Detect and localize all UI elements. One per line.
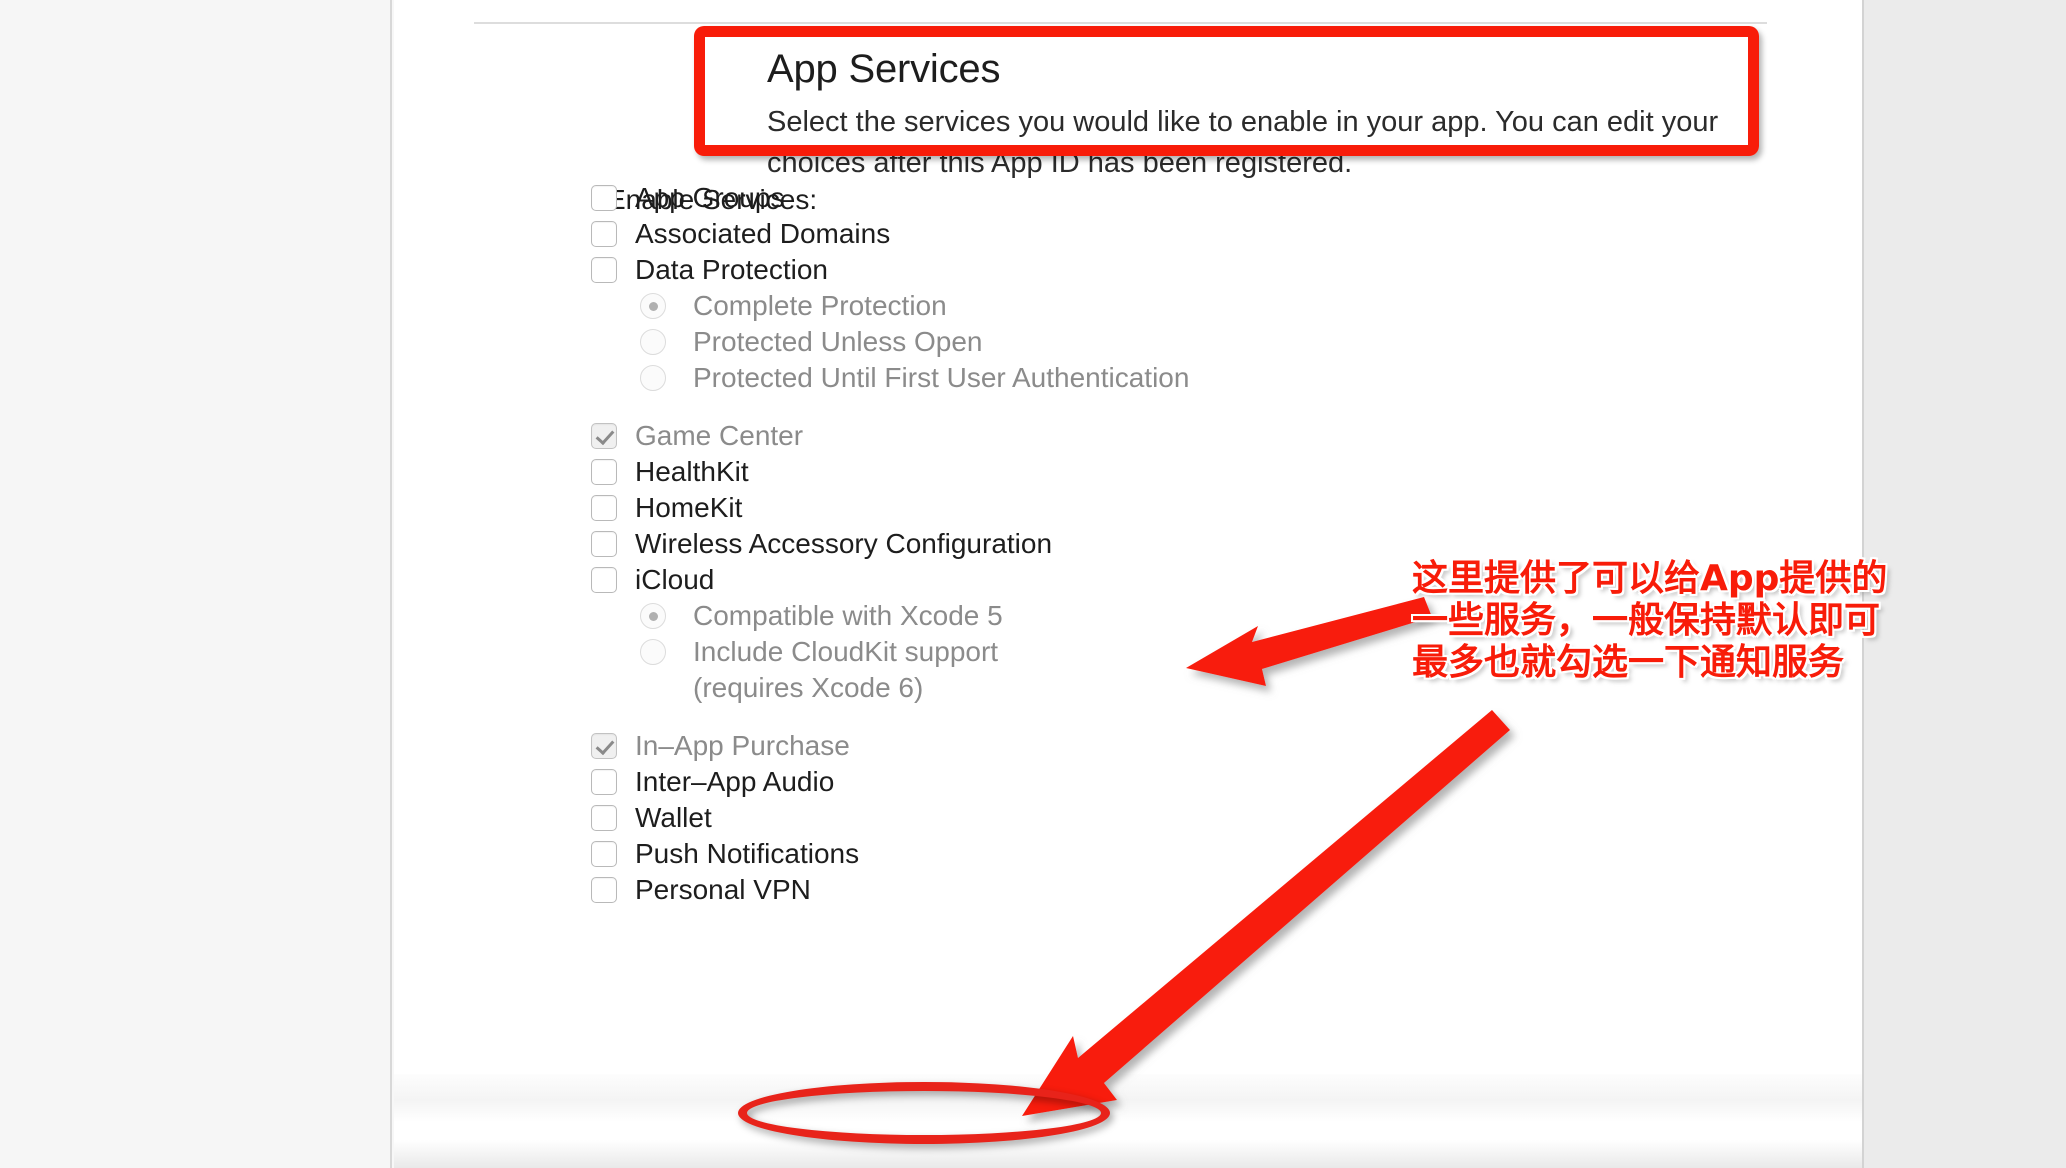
- checkbox-associated-domains[interactable]: [591, 221, 617, 247]
- checkbox-data-protection[interactable]: [591, 257, 617, 283]
- enable-services-form: Enable Services: App Groups Associated D…: [394, 180, 1862, 908]
- service-label-icloud: iCloud: [635, 564, 715, 595]
- option-label-compatible-with-xcode-5: Compatible with Xcode 5: [693, 600, 1003, 631]
- service-row-homekit[interactable]: HomeKit: [591, 490, 1862, 526]
- checkbox-in-app-purchase[interactable]: [591, 733, 617, 759]
- option-row-compatible-with-xcode-5[interactable]: Compatible with Xcode 5: [640, 598, 1862, 634]
- service-label-healthkit: HealthKit: [635, 456, 749, 487]
- option-label-complete-protection: Complete Protection: [693, 290, 947, 321]
- service-row-wireless-accessory-configuration[interactable]: Wireless Accessory Configuration: [591, 526, 1862, 562]
- option-label-cloudkit-requirement-row: (requires Xcode 6): [693, 670, 1862, 706]
- radio-protected-unless-open[interactable]: [640, 329, 666, 355]
- option-label-cloudkit-requirement: (requires Xcode 6): [693, 672, 924, 703]
- left-page-gutter: [0, 0, 392, 1168]
- option-row-protected-until-first-user-auth[interactable]: Protected Until First User Authenticatio…: [640, 360, 1862, 396]
- checkbox-game-center[interactable]: [591, 423, 617, 449]
- service-row-healthkit[interactable]: HealthKit: [591, 454, 1862, 490]
- checkbox-healthkit[interactable]: [591, 459, 617, 485]
- service-row-wallet[interactable]: Wallet: [591, 800, 1862, 836]
- radio-compatible-with-xcode-5[interactable]: [640, 603, 666, 629]
- checkbox-personal-vpn[interactable]: [591, 877, 617, 903]
- service-label-data-protection: Data Protection: [635, 254, 828, 285]
- page-title: App Services: [767, 47, 1001, 91]
- service-row-icloud[interactable]: iCloud: [591, 562, 1862, 598]
- service-label-inter-app-audio: Inter–App Audio: [635, 766, 835, 797]
- service-row-associated-domains[interactable]: Associated Domains: [591, 216, 1862, 252]
- service-label-personal-vpn: Personal VPN: [635, 874, 811, 905]
- checkbox-wireless-accessory-configuration[interactable]: [591, 531, 617, 557]
- checkbox-push-notifications[interactable]: [591, 841, 617, 867]
- checkbox-wallet[interactable]: [591, 805, 617, 831]
- checkbox-homekit[interactable]: [591, 495, 617, 521]
- checkbox-icloud[interactable]: [591, 567, 617, 593]
- option-row-include-cloudkit-support[interactable]: Include CloudKit support: [640, 634, 1862, 670]
- option-row-complete-protection[interactable]: Complete Protection: [640, 288, 1862, 324]
- service-row-push-notifications[interactable]: Push Notifications: [591, 836, 1862, 872]
- service-row-game-center[interactable]: Game Center: [591, 418, 1862, 454]
- service-label-wallet: Wallet: [635, 802, 712, 833]
- enable-services-label: Enable Services:: [607, 184, 818, 215]
- option-label-protected-until-first-user-auth: Protected Until First User Authenticatio…: [693, 362, 1190, 393]
- checkbox-inter-app-audio[interactable]: [591, 769, 617, 795]
- option-label-protected-unless-open: Protected Unless Open: [693, 326, 983, 357]
- right-page-gutter: [1862, 0, 2066, 1168]
- page-bottom-fade: [394, 1140, 1862, 1168]
- service-row-data-protection[interactable]: Data Protection: [591, 252, 1862, 288]
- service-label-game-center: Game Center: [635, 420, 804, 451]
- radio-complete-protection[interactable]: [640, 293, 666, 319]
- service-row-inter-app-audio[interactable]: Inter–App Audio: [591, 764, 1862, 800]
- radio-include-cloudkit-support[interactable]: [640, 639, 666, 665]
- app-services-page: App Services Select the services you wou…: [394, 0, 1862, 1168]
- group-spacer-2: [394, 706, 1862, 728]
- section-divider: [474, 22, 1767, 24]
- checkbox-app-groups[interactable]: [591, 185, 617, 211]
- push-notifications-row-highlight: [394, 1074, 1862, 1122]
- service-row-in-app-purchase[interactable]: In–App Purchase: [591, 728, 1862, 764]
- service-label-push-notifications: Push Notifications: [635, 838, 860, 869]
- page-description: Select the services you would like to en…: [767, 106, 1719, 179]
- radio-protected-until-first-user-auth[interactable]: [640, 365, 666, 391]
- service-label-homekit: HomeKit: [635, 492, 743, 523]
- option-label-include-cloudkit-support: Include CloudKit support: [693, 636, 999, 667]
- service-row-personal-vpn[interactable]: Personal VPN: [591, 872, 1862, 908]
- service-label-wireless-accessory-configuration: Wireless Accessory Configuration: [635, 528, 1053, 559]
- service-label-associated-domains: Associated Domains: [635, 218, 891, 249]
- service-label-in-app-purchase: In–App Purchase: [635, 730, 850, 761]
- service-row-app-groups[interactable]: Enable Services: App Groups: [591, 180, 1862, 216]
- group-spacer-1: [394, 396, 1862, 418]
- option-row-protected-unless-open[interactable]: Protected Unless Open: [640, 324, 1862, 360]
